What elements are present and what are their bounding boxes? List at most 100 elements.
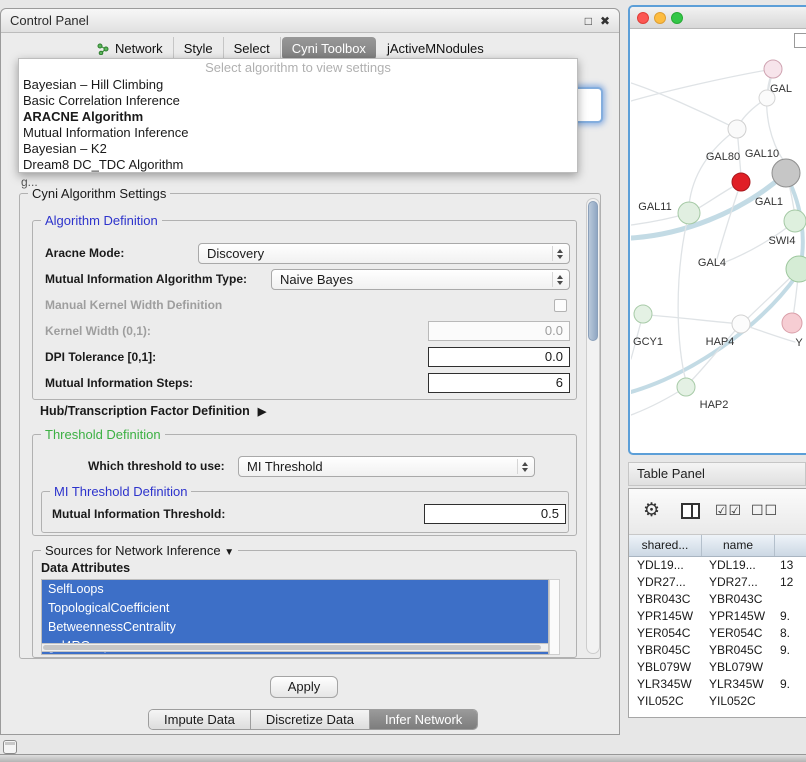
tab-style[interactable]: Style xyxy=(174,37,224,60)
scrollbar-thumb[interactable] xyxy=(43,645,541,650)
network-edge[interactable] xyxy=(631,69,773,101)
deselect-all-checks-icon[interactable]: ☐☐ xyxy=(751,502,778,519)
network-edge[interactable] xyxy=(678,213,689,381)
table-cell: YLR345W xyxy=(702,676,775,693)
control-panel-window: Control Panel □ ✖ Network Style Select C… xyxy=(0,8,620,735)
table-row[interactable]: YPR145WYPR145W9. xyxy=(629,608,806,625)
kernel-width-field[interactable]: 0.0 xyxy=(428,321,570,341)
table-cell: 12 xyxy=(775,574,806,591)
network-node[interactable] xyxy=(732,173,750,191)
tab-infer-network[interactable]: Infer Network xyxy=(370,710,477,729)
table-row[interactable]: YDR27...YDR27...12 xyxy=(629,574,806,591)
birdseye-toggle[interactable] xyxy=(794,33,806,48)
network-edge[interactable] xyxy=(689,129,737,205)
table-cell: YDL19... xyxy=(629,557,702,574)
select-all-checks-icon[interactable]: ☑☑ xyxy=(715,502,742,519)
aracne-mode-select[interactable]: Discovery xyxy=(198,243,570,264)
network-icon xyxy=(97,43,110,55)
network-node[interactable] xyxy=(677,378,695,396)
table-row[interactable]: YIL052CYIL052C xyxy=(629,693,806,710)
close-window-icon[interactable]: ✖ xyxy=(600,14,610,28)
obscured-label-fragment: g... xyxy=(21,175,38,189)
table-row[interactable]: YER054CYER054C8. xyxy=(629,625,806,642)
data-attribute-item[interactable]: TopologicalCoefficient xyxy=(42,599,548,618)
algorithm-option[interactable]: Dream8 DC_TDC Algorithm xyxy=(19,157,577,173)
network-node[interactable] xyxy=(772,159,800,187)
collapsed-arrow-icon: ▶ xyxy=(258,406,266,418)
table-row[interactable]: YDL19...YDL19...13 xyxy=(629,557,806,574)
mi-steps-field[interactable]: 6 xyxy=(428,373,570,393)
tab-impute-data[interactable]: Impute Data xyxy=(149,710,251,729)
table-cell: YPR145W xyxy=(702,608,775,625)
hub-factor-expander[interactable]: Hub/Transcription Factor Definition ▶ xyxy=(40,404,266,418)
algorithm-option[interactable]: Mutual Information Inference xyxy=(19,125,577,141)
tab-label: Network xyxy=(115,41,163,56)
attributes-vertical-scrollbar[interactable] xyxy=(549,579,560,655)
zoom-traffic-light[interactable] xyxy=(671,12,683,24)
algorithm-option[interactable]: ARACNE Algorithm xyxy=(19,109,577,125)
network-node[interactable] xyxy=(732,315,750,333)
apply-button[interactable]: Apply xyxy=(270,676,338,698)
mi-type-value: Naive Bayes xyxy=(280,272,353,287)
gear-icon[interactable]: ⚙ xyxy=(643,499,660,523)
which-threshold-value: MI Threshold xyxy=(247,459,323,474)
algorithm-option[interactable]: Bayesian – K2 xyxy=(19,141,577,157)
table-row[interactable]: YBR045CYBR045C9. xyxy=(629,642,806,659)
tab-network[interactable]: Network xyxy=(87,37,174,60)
table-cell: YER054C xyxy=(702,625,775,642)
attributes-horizontal-scrollbar[interactable] xyxy=(41,643,549,652)
network-canvas[interactable]: GALGAL80GAL10GAL11GAL1SWI4GAL4GCY1HAP4YH… xyxy=(631,29,806,455)
tab-discretize-data[interactable]: Discretize Data xyxy=(251,710,370,729)
sources-expander[interactable]: Sources for Network Inference ▼ xyxy=(41,543,238,558)
tab-select[interactable]: Select xyxy=(224,37,281,60)
table-cell: YBR045C xyxy=(702,642,775,659)
table-cell: 9. xyxy=(775,676,806,693)
network-node[interactable] xyxy=(678,202,700,224)
mi-threshold-field[interactable]: 0.5 xyxy=(424,504,566,524)
dpi-tolerance-value: 0.0 xyxy=(545,349,563,364)
tab-cyni-toolbox[interactable]: Cyni Toolbox xyxy=(282,37,376,60)
table-cell xyxy=(775,693,806,710)
network-edge[interactable] xyxy=(649,315,741,324)
kernel-width-value: 0.0 xyxy=(545,323,563,338)
close-traffic-light[interactable] xyxy=(637,12,649,24)
table-row[interactable]: YBL079WYBL079W xyxy=(629,659,806,676)
network-edge[interactable] xyxy=(631,275,797,392)
network-view-window: GALGAL80GAL10GAL11GAL1SWI4GAL4GCY1HAP4YH… xyxy=(628,5,806,455)
column-header-extra[interactable] xyxy=(775,535,806,556)
settings-scrollbar[interactable] xyxy=(586,198,600,654)
table-panel: ⚙ ☑☑ ☐☐ shared... name YDL19...YDL19...1… xyxy=(628,488,806,718)
hub-factor-label: Hub/Transcription Factor Definition xyxy=(40,404,250,418)
network-window-titlebar xyxy=(630,7,806,29)
tab-jactivemnodules[interactable]: jActiveMNodules xyxy=(377,37,494,60)
network-edge[interactable] xyxy=(631,83,737,129)
minimize-traffic-light[interactable] xyxy=(654,12,666,24)
network-node[interactable] xyxy=(782,313,802,333)
columns-icon[interactable] xyxy=(681,503,700,519)
network-node-label: GAL1 xyxy=(755,196,783,208)
algorithm-option[interactable]: Bayesian – Hill Climbing xyxy=(19,77,577,93)
table-cell: YPR145W xyxy=(629,608,702,625)
float-window-icon[interactable]: □ xyxy=(585,14,592,28)
mi-type-select[interactable]: Naive Bayes xyxy=(271,269,570,290)
manual-kernel-checkbox[interactable] xyxy=(554,299,567,312)
network-node[interactable] xyxy=(728,120,746,138)
network-edge[interactable] xyxy=(691,324,741,381)
table-row[interactable]: YBR043CYBR043C xyxy=(629,591,806,608)
data-attribute-item[interactable]: SelfLoops xyxy=(42,580,548,599)
collapsed-window-icon[interactable] xyxy=(3,740,17,754)
network-node[interactable] xyxy=(784,210,806,232)
table-cell: YER054C xyxy=(629,625,702,642)
dpi-tolerance-field[interactable]: 0.0 xyxy=(428,347,570,367)
threshold-definition-group: Threshold Definition Which threshold to … xyxy=(32,434,577,536)
column-header-shared-name[interactable]: shared... xyxy=(629,535,702,556)
algorithm-option[interactable]: Basic Correlation Inference xyxy=(19,93,577,109)
network-node[interactable] xyxy=(634,305,652,323)
column-header-name[interactable]: name xyxy=(702,535,775,556)
table-row[interactable]: YLR345WYLR345W9. xyxy=(629,676,806,693)
network-node[interactable] xyxy=(764,60,782,78)
which-threshold-select[interactable]: MI Threshold xyxy=(238,456,535,477)
settings-scrollbar-thumb[interactable] xyxy=(588,201,598,341)
data-attribute-item[interactable]: BetweennessCentrality xyxy=(42,618,548,637)
table-cell: YDL19... xyxy=(702,557,775,574)
